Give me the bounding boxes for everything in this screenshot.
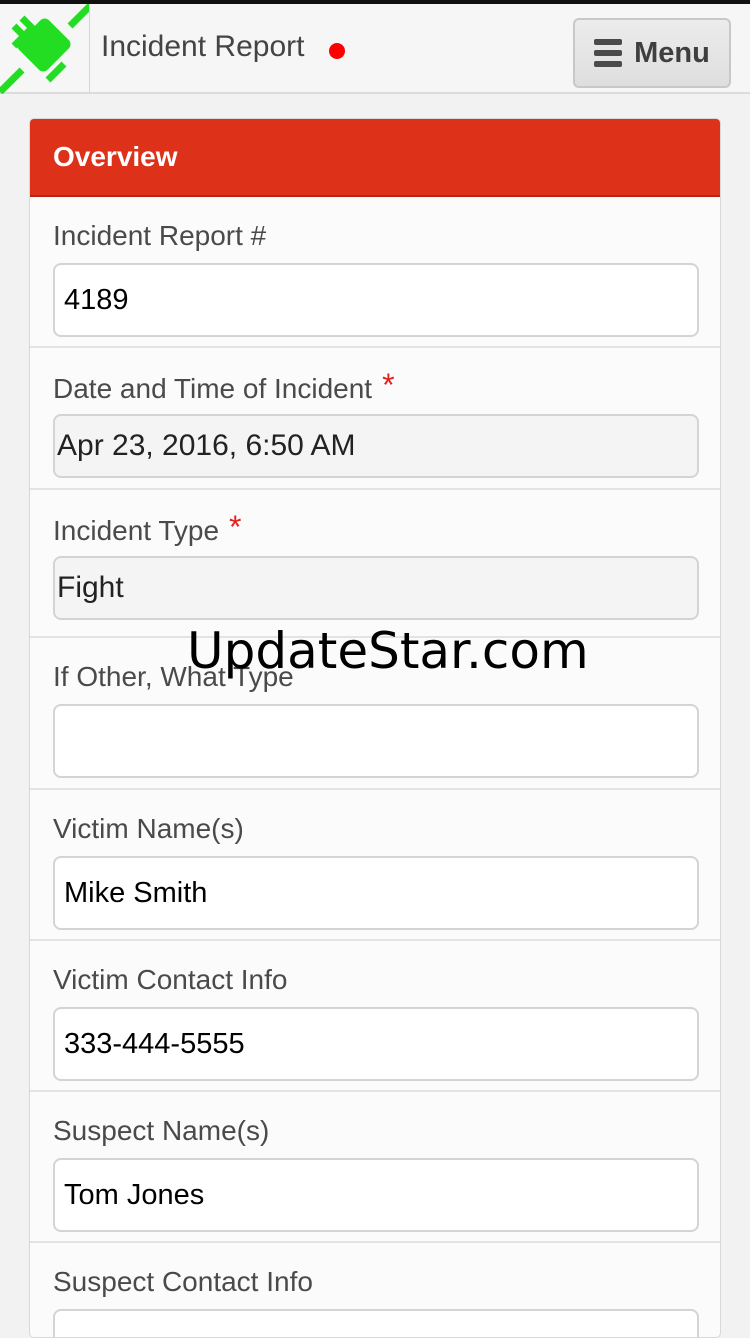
watermark: UpdateStar.com [187,622,589,680]
report-number-input[interactable]: 4189 [53,263,699,337]
field-label: Date and Time of Incident [53,373,373,404]
overview-title: Overview [53,141,178,172]
overview-panel: Overview Incident Report # 4189 Date and… [29,118,721,1338]
form-field-victim-names: Victim Name(s) Mike Smith [30,790,720,941]
field-label: Incident Type [53,515,220,546]
field-label: Suspect Name(s) [53,1115,270,1146]
field-label: Suspect Contact Info [53,1266,313,1297]
incident-datetime-picker[interactable]: Apr 23, 2016, 6:50 AM [53,414,699,478]
field-label-wrap: Incident Type * [53,509,699,548]
menu-button-label: Menu [634,36,710,69]
form-field-suspect-names: Suspect Name(s) Tom Jones [30,1092,720,1243]
form-field-incident-type: Incident Type * Fight [30,490,720,638]
status-indicator [329,43,345,59]
victim-names-input[interactable]: Mike Smith [53,856,699,930]
required-marker: * [229,509,242,545]
field-label: Incident Report # [53,220,267,251]
field-label-wrap: Date and Time of Incident * [53,367,699,406]
required-marker: * [382,367,395,403]
suspect-names-input[interactable]: Tom Jones [53,1158,699,1232]
app-header: Incident Report Menu [0,4,750,94]
form-field-incident-datetime: Date and Time of Incident * Apr 23, 2016,… [30,348,720,490]
form-field-suspect-contact: Suspect Contact Info [30,1243,720,1337]
hamburger-icon [594,39,623,67]
other-type-input[interactable] [53,704,699,778]
field-label: Victim Name(s) [53,813,244,844]
menu-button[interactable]: Menu [573,18,731,88]
form-field-victim-contact: Victim Contact Info 333-444-5555 [30,941,720,1092]
page-title: Incident Report [101,30,305,63]
plug-icon [0,4,89,94]
form-field-report-number: Incident Report # 4189 [30,197,720,348]
incident-type-select[interactable]: Fight [53,556,699,620]
victim-contact-input[interactable]: 333-444-5555 [53,1007,699,1081]
field-label: Victim Contact Info [53,964,288,995]
suspect-contact-input[interactable] [53,1309,699,1337]
overview-header: Overview [30,119,720,197]
app-logo[interactable] [0,4,90,94]
